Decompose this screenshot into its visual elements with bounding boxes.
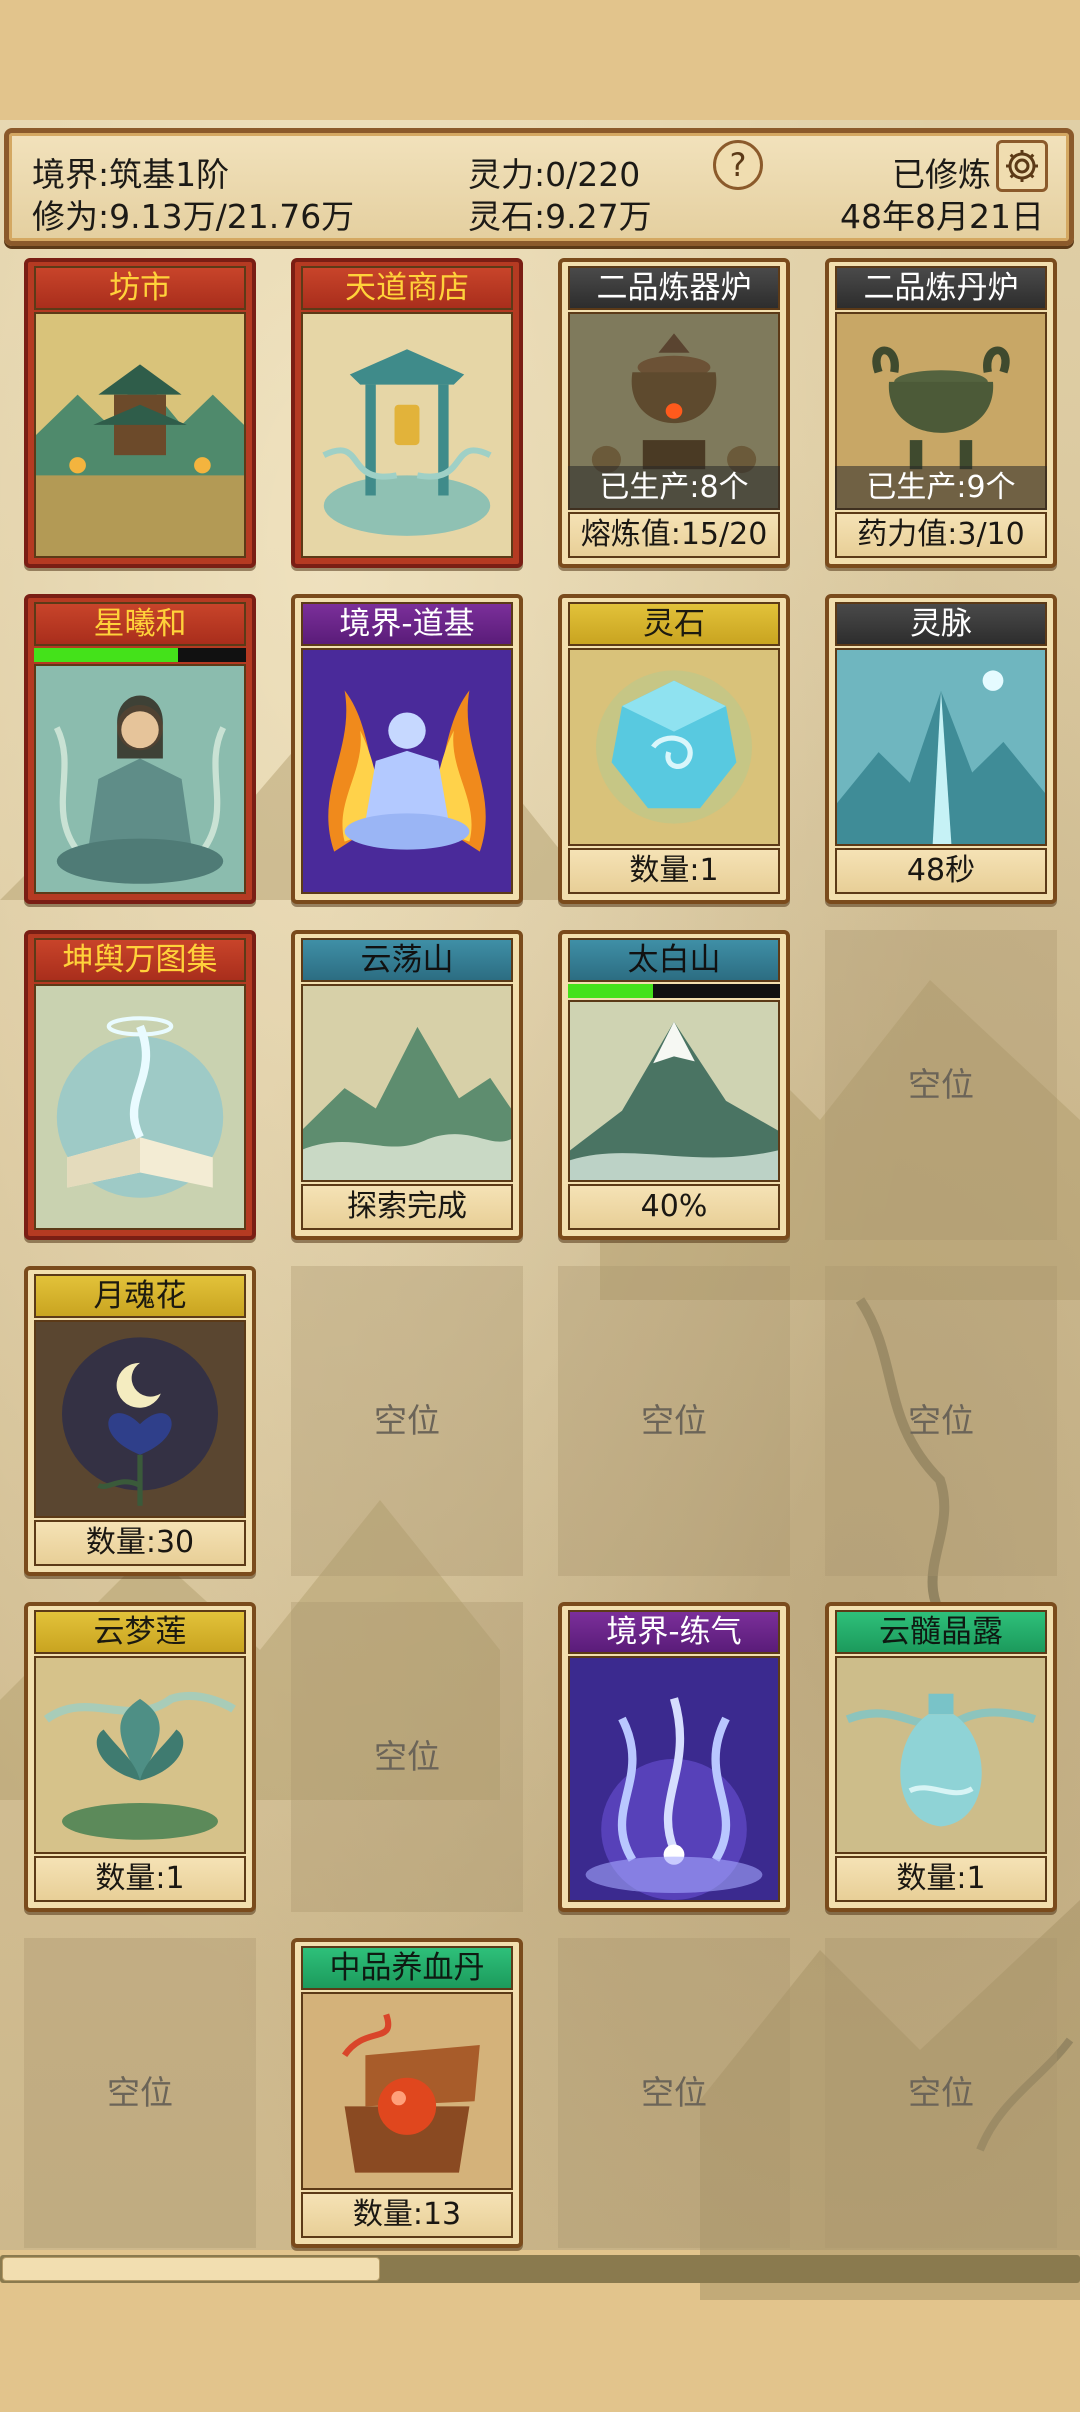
realm-daoji-art [301,648,513,894]
empty-slot[interactable]: 空位 [291,1602,523,1912]
game-date-text: 48年8月21日 [840,197,1044,236]
spirit-stones-text: 灵石:9.27万 [468,197,652,236]
exploration-percent: 40% [568,1184,780,1230]
card-realm-daoji[interactable]: 境界-道基 [291,594,523,904]
spirit-vein-art [835,648,1047,846]
empty-slot[interactable]: 空位 [825,1938,1057,2248]
cultivated-status-text: 已修炼 [892,155,991,194]
settings-button[interactable] [996,140,1048,192]
market-art [34,312,246,558]
card-moon-soul-flower[interactable]: 月魂花 数量:30 [24,1266,256,1576]
card-cloud-marrow-dew[interactable]: 云髓晶露 数量:1 [825,1602,1057,1912]
quantity-label: 数量:13 [301,2192,513,2238]
help-button[interactable]: ? [713,140,763,190]
card-title: 云髓晶露 [835,1610,1047,1654]
spirit-power-text: 灵力:0/220 [468,155,641,194]
card-atlas[interactable]: 坤舆万图集 [24,930,256,1240]
card-title: 二品炼器炉 [568,266,780,310]
cloud-dream-lotus-art [34,1656,246,1854]
atlas-art [34,984,246,1230]
potency-value: 药力值:3/10 [835,512,1047,558]
card-yundang-mountain[interactable]: 云荡山 探索完成 [291,930,523,1240]
timer-label: 48秒 [835,848,1047,894]
cloud-marrow-dew-art [835,1656,1047,1854]
card-title: 灵脉 [835,602,1047,646]
produced-label: 已生产:9个 [835,466,1047,510]
card-cloud-dream-lotus[interactable]: 云梦莲 数量:1 [24,1602,256,1912]
card-character[interactable]: 星曦和 [24,594,256,904]
card-spirit-vein[interactable]: 灵脉 48秒 [825,594,1057,904]
heaven-shop-art [301,312,513,558]
empty-slot[interactable]: 空位 [558,1266,790,1576]
card-heaven-shop[interactable]: 天道商店 [291,258,523,568]
exploration-progress-bar [568,984,780,998]
moon-soul-flower-art [34,1320,246,1518]
card-realm-lianqi[interactable]: 境界-练气 [558,1602,790,1912]
empty-slot[interactable]: 空位 [558,1938,790,2248]
blood-pill-art [301,1992,513,2190]
taibai-mountain-art [568,1000,780,1182]
card-title: 月魂花 [34,1274,246,1318]
realm-lianqi-art [568,1656,780,1902]
empty-slot[interactable]: 空位 [825,1266,1057,1576]
produced-label: 已生产:8个 [568,466,780,510]
card-market[interactable]: 坊市 [24,258,256,568]
card-title: 云梦莲 [34,1610,246,1654]
card-artifact-furnace[interactable]: 二品炼器炉 已生产:8个 熔炼值:15/20 [558,258,790,568]
card-title: 境界-道基 [301,602,513,646]
smelt-value: 熔炼值:15/20 [568,512,780,558]
realm-text: 境界:筑基1阶 [32,155,230,194]
yundang-mountain-art [301,984,513,1182]
card-title: 境界-练气 [568,1610,780,1654]
character-art [34,664,246,894]
character-hp-fill [34,648,179,662]
card-title: 灵石 [568,602,780,646]
character-hp-bar [34,648,246,662]
card-title: 二品炼丹炉 [835,266,1047,310]
card-title: 中品养血丹 [301,1946,513,1990]
empty-slot[interactable]: 空位 [291,1266,523,1576]
scrollbar-thumb[interactable] [2,2257,380,2281]
card-blood-pill[interactable]: 中品养血丹 数量:13 [291,1938,523,2248]
card-title: 坤舆万图集 [34,938,246,982]
cultivation-text: 修为:9.13万/21.76万 [32,197,355,236]
card-spirit-stone[interactable]: 灵石 数量:1 [558,594,790,904]
quantity-label: 数量:1 [34,1856,246,1902]
card-title: 天道商店 [301,266,513,310]
card-taibai-mountain[interactable]: 太白山 40% [558,930,790,1240]
help-icon: ? [729,146,747,184]
card-title: 云荡山 [301,938,513,982]
card-title: 坊市 [34,266,246,310]
empty-slot[interactable]: 空位 [24,1938,256,2248]
quantity-label: 数量:1 [568,848,780,894]
card-pill-furnace[interactable]: 二品炼丹炉 已生产:9个 药力值:3/10 [825,258,1057,568]
spirit-stone-art [568,648,780,846]
quantity-label: 数量:30 [34,1520,246,1566]
card-title: 太白山 [568,938,780,982]
card-title: 星曦和 [34,602,246,646]
empty-slot[interactable]: 空位 [825,930,1057,1240]
exploration-status: 探索完成 [301,1184,513,1230]
gear-icon [1006,150,1038,182]
quantity-label: 数量:1 [835,1856,1047,1902]
exploration-progress-fill [568,984,653,998]
